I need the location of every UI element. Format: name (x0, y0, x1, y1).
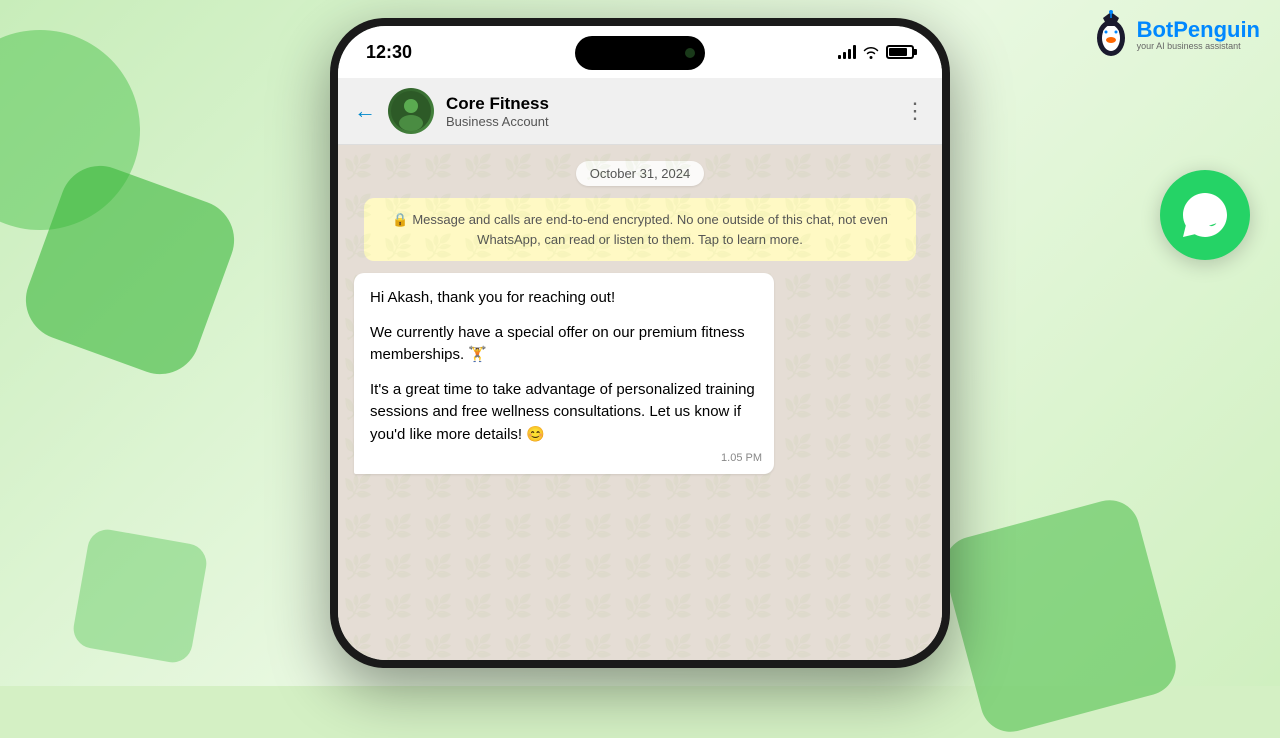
message-paragraph-2: We currently have a special offer on our… (370, 322, 758, 367)
message-paragraph-1: Hi Akash, thank you for reaching out! (370, 287, 758, 310)
camera-dot (685, 48, 695, 58)
more-options-button[interactable]: ⋮ (904, 98, 926, 124)
botpenguin-brand-name: BotPenguin (1137, 18, 1260, 42)
botpenguin-brand-text: BotPenguin your AI business assistant (1137, 18, 1260, 52)
status-time: 12:30 (366, 42, 412, 63)
contact-avatar (388, 88, 434, 134)
message-time: 1.05 PM (721, 450, 762, 467)
signal-bars-icon (838, 45, 856, 59)
phone-mockup: 12:30 (330, 18, 950, 668)
signal-bar-2 (843, 52, 846, 59)
whatsapp-icon (1160, 170, 1250, 260)
battery-fill (889, 48, 907, 56)
encryption-notice[interactable]: 🔒Message and calls are end-to-end encryp… (364, 198, 916, 261)
contact-name: Core Fitness (446, 94, 892, 114)
message-bubble: Hi Akash, thank you for reaching out! We… (354, 273, 774, 474)
botpenguin-tagline: your AI business assistant (1137, 42, 1260, 52)
status-icons (838, 45, 914, 59)
contact-info: Core Fitness Business Account (446, 94, 892, 129)
battery-icon (886, 45, 914, 59)
deco-square-3 (70, 526, 209, 665)
signal-bar-1 (838, 55, 841, 59)
signal-bar-3 (848, 49, 851, 59)
status-bar: 12:30 (338, 26, 942, 78)
message-paragraph-3: It's a great time to take advantage of p… (370, 379, 758, 447)
wifi-icon (862, 45, 880, 59)
date-badge: October 31, 2024 (576, 161, 704, 186)
contact-status: Business Account (446, 114, 892, 129)
whatsapp-header: ← Core Fitness Business Account ⋮ (338, 78, 942, 145)
phone-screen: 12:30 (338, 26, 942, 660)
signal-bar-4 (853, 45, 856, 59)
botpenguin-logo: BotPenguin your AI business assistant (1091, 10, 1260, 60)
back-button[interactable]: ← (354, 98, 376, 124)
dynamic-island (575, 36, 705, 70)
chat-area[interactable]: October 31, 2024 🔒Message and calls are … (338, 145, 942, 660)
botpenguin-penguin-icon (1091, 10, 1131, 60)
lock-icon: 🔒 (392, 212, 408, 227)
